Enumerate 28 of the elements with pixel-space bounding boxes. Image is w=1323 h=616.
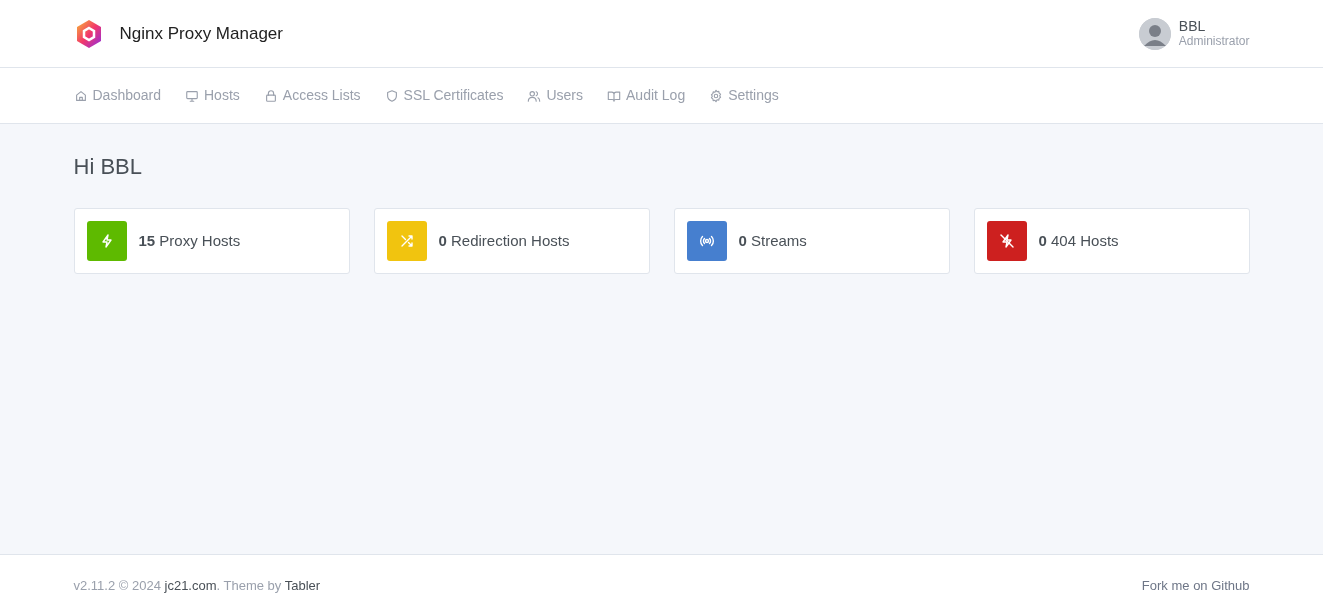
home-icon xyxy=(73,88,88,103)
site-link[interactable]: jc21.com xyxy=(164,577,217,593)
nav-link[interactable]: Dashboard xyxy=(73,85,161,106)
stat-text: 0 Streams xyxy=(738,231,807,252)
github-link[interactable]: Fork me on Github xyxy=(1141,575,1250,596)
shield-icon xyxy=(384,88,399,103)
nav-link[interactable]: Users xyxy=(527,85,584,106)
nav-link[interactable]: Hosts xyxy=(185,85,240,106)
lightning-off-icon xyxy=(998,233,1015,250)
app-title: Nginx Proxy Manager xyxy=(119,22,283,45)
user-name: BBL xyxy=(1178,18,1207,34)
theme-link[interactable]: Tabler xyxy=(284,577,321,593)
nav-link[interactable]: SSL Certificates xyxy=(384,85,504,106)
nav-link[interactable]: Audit Log xyxy=(607,85,686,106)
book-icon xyxy=(607,88,622,103)
stat-text: 0 Redirection Hosts xyxy=(438,231,570,252)
settings-icon xyxy=(709,88,724,103)
monitor-icon xyxy=(185,88,199,103)
nav-link[interactable]: Settings xyxy=(709,85,779,106)
footer-text: v2.11.2 © 2024 jc21.com. Theme by Tabler xyxy=(73,576,321,595)
page-heading: Hi BBL xyxy=(73,154,143,181)
avatar-silhouette xyxy=(1138,17,1171,50)
stat-text: 15 Proxy Hosts xyxy=(138,231,241,252)
lock-icon xyxy=(263,88,278,103)
nav-link[interactable]: Access Lists xyxy=(263,85,361,106)
stat-text: 0 404 Hosts xyxy=(1038,231,1119,252)
user-role: Administrator xyxy=(1178,34,1250,49)
users-icon xyxy=(527,88,542,103)
